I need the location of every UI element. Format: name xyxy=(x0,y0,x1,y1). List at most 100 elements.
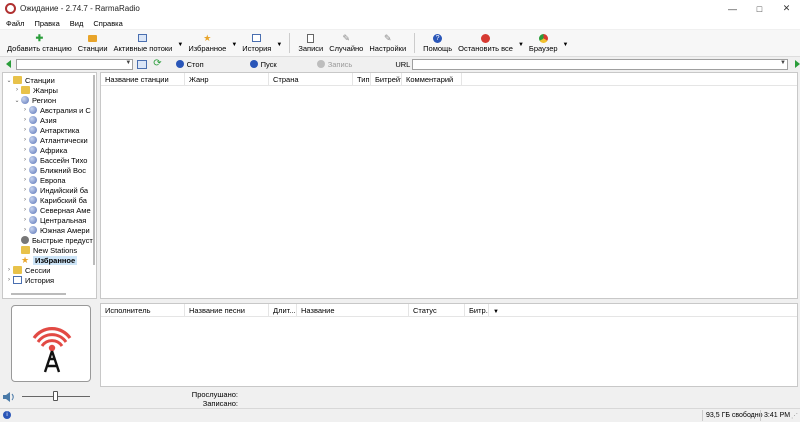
expand-icon[interactable]: › xyxy=(21,147,29,153)
status-separator xyxy=(702,410,703,421)
songs-list[interactable]: Исполнитель Название песни Длит... Назва… xyxy=(100,303,798,387)
tree-item-region-child[interactable]: › Австралия и С xyxy=(3,105,96,115)
stations-button[interactable]: Станции xyxy=(75,33,111,56)
settings-button[interactable]: ✎ Настройки xyxy=(366,33,409,56)
refresh-icon[interactable]: ⟳ xyxy=(153,59,161,69)
expand-icon[interactable]: › xyxy=(21,227,29,233)
back-arrow-icon[interactable] xyxy=(6,60,11,68)
expand-icon[interactable]: › xyxy=(21,107,29,113)
random-button[interactable]: ✎ Случайно xyxy=(326,33,366,56)
tree-item-region-child[interactable]: › Бассейн Тихо xyxy=(3,155,96,165)
expand-icon[interactable]: › xyxy=(21,197,29,203)
expand-icon[interactable]: › xyxy=(21,117,29,123)
column-bitrate[interactable]: Битрейт xyxy=(371,72,402,86)
tree-item-region-child[interactable]: › Атлантически xyxy=(3,135,96,145)
speaker-icon[interactable] xyxy=(2,391,16,403)
expand-icon[interactable]: › xyxy=(5,277,13,283)
column-genre[interactable]: Жанр xyxy=(185,72,269,86)
menu-view[interactable]: Вид xyxy=(70,19,84,28)
menu-help[interactable]: Справка xyxy=(93,19,122,28)
tree-horizontal-scrollbar[interactable] xyxy=(11,293,66,295)
expand-icon[interactable]: › xyxy=(5,267,13,273)
random-icon: ✎ xyxy=(342,33,351,43)
collapse-icon[interactable]: ⌄ xyxy=(5,77,13,84)
menu-edit[interactable]: Правка xyxy=(34,19,59,28)
tree-item-region-child[interactable]: › Южная Амери xyxy=(3,225,96,235)
station-combo[interactable]: ▼ xyxy=(16,58,134,70)
tree-item-label: Избранное xyxy=(33,255,78,265)
add-station-button[interactable]: ✚ Добавить станцию xyxy=(4,33,75,56)
history-dropdown[interactable]: ▼ xyxy=(274,42,284,56)
tree-item-genres[interactable]: › Жанры xyxy=(3,85,96,95)
tree-item-new-stations[interactable]: New Stations xyxy=(3,245,96,255)
favorites-dropdown[interactable]: ▼ xyxy=(229,42,239,56)
column-status[interactable]: Статус xyxy=(409,303,465,317)
expand-icon[interactable]: › xyxy=(21,207,29,213)
browser-button[interactable]: Браузер xyxy=(526,33,561,56)
menu-file[interactable]: Файл xyxy=(6,19,24,28)
status-separator xyxy=(760,410,761,421)
expand-icon[interactable]: › xyxy=(21,187,29,193)
tree-item-region-child[interactable]: › Азия xyxy=(3,115,96,125)
expand-icon[interactable]: › xyxy=(21,177,29,183)
column-title[interactable]: Название xyxy=(297,303,409,317)
resize-grip-icon[interactable]: ⋰ xyxy=(791,412,798,420)
column-type[interactable]: Тип xyxy=(353,72,371,86)
recordings-button[interactable]: Записи xyxy=(295,33,326,56)
stop-all-dropdown[interactable]: ▼ xyxy=(516,42,526,56)
column-bitrate[interactable]: Битр... xyxy=(465,303,489,317)
help-button[interactable]: ? Помощь xyxy=(420,33,455,56)
active-streams-dropdown[interactable]: ▼ xyxy=(175,42,185,56)
expand-icon[interactable]: › xyxy=(21,157,29,163)
stations-list[interactable]: Название станции Жанр Страна Тип Битрейт… xyxy=(100,72,798,299)
stop-all-button[interactable]: Остановить все xyxy=(455,33,516,56)
list-icon[interactable] xyxy=(137,59,148,69)
favorites-label: Избранное xyxy=(188,44,227,53)
collapse-icon[interactable]: ⌄ xyxy=(13,97,21,104)
tree-item-stations[interactable]: ⌄ Станции xyxy=(3,75,96,85)
record-button[interactable]: Запись xyxy=(316,60,352,69)
tree-item-region-child[interactable]: › Африка xyxy=(3,145,96,155)
history-button[interactable]: История xyxy=(239,33,274,56)
favorites-button[interactable]: ★ Избранное xyxy=(185,33,229,56)
tree-item-region[interactable]: ⌄ Регион xyxy=(3,95,96,105)
volume-slider-thumb[interactable] xyxy=(53,391,58,401)
tree-item-region-child[interactable]: › Индийский ба xyxy=(3,185,96,195)
url-input[interactable]: ▼ xyxy=(412,58,788,70)
expand-icon[interactable]: › xyxy=(13,87,21,93)
browser-dropdown[interactable]: ▼ xyxy=(561,42,571,56)
close-icon[interactable]: ✕ xyxy=(773,0,800,17)
minimize-icon[interactable]: — xyxy=(719,0,746,17)
tree-vertical-scrollbar[interactable] xyxy=(93,75,95,265)
column-song-title[interactable]: Название песни xyxy=(185,303,269,317)
globe-icon xyxy=(29,156,37,164)
maximize-icon[interactable]: □ xyxy=(746,0,773,17)
active-streams-button[interactable]: Активные потоки xyxy=(111,33,176,56)
tree-item-region-child[interactable]: › Карибский ба xyxy=(3,195,96,205)
tree-item-label: Регион xyxy=(32,95,57,105)
tree-item-region-child[interactable]: › Ближний Вос xyxy=(3,165,96,175)
stop-button[interactable]: Стоп xyxy=(175,60,204,69)
expand-icon[interactable]: › xyxy=(21,217,29,223)
expand-icon[interactable]: › xyxy=(21,167,29,173)
tree-item-label: Европа xyxy=(40,175,66,185)
column-artist[interactable]: Исполнитель xyxy=(101,303,185,317)
tree-item-favorites[interactable]: ★ Избранное xyxy=(3,255,96,265)
expand-icon[interactable]: › xyxy=(21,127,29,133)
tree-item-sessions[interactable]: › Сессии xyxy=(3,265,96,275)
tree-item-quick-presets[interactable]: Быстрые предуст xyxy=(3,235,96,245)
column-menu[interactable]: ▼ xyxy=(489,304,503,317)
column-country[interactable]: Страна xyxy=(269,72,353,86)
tree-item-region-child[interactable]: › Северная Аме xyxy=(3,205,96,215)
tree-item-history[interactable]: › История xyxy=(3,275,96,285)
column-station-name[interactable]: Название станции xyxy=(101,72,185,86)
expand-icon[interactable]: › xyxy=(21,137,29,143)
column-comment[interactable]: Комментарий xyxy=(402,72,462,86)
tree-item-region-child[interactable]: › Антарктика xyxy=(3,125,96,135)
tree-item-region-child[interactable]: › Центральная xyxy=(3,215,96,225)
column-duration[interactable]: Длит... xyxy=(269,303,297,317)
station-tree[interactable]: ⌄ Станции › Жанры ⌄ Регион › Австралия и … xyxy=(2,72,97,299)
tree-item-region-child[interactable]: › Европа xyxy=(3,175,96,185)
forward-arrow-icon[interactable] xyxy=(795,60,800,68)
play-button[interactable]: Пуск xyxy=(249,60,277,69)
